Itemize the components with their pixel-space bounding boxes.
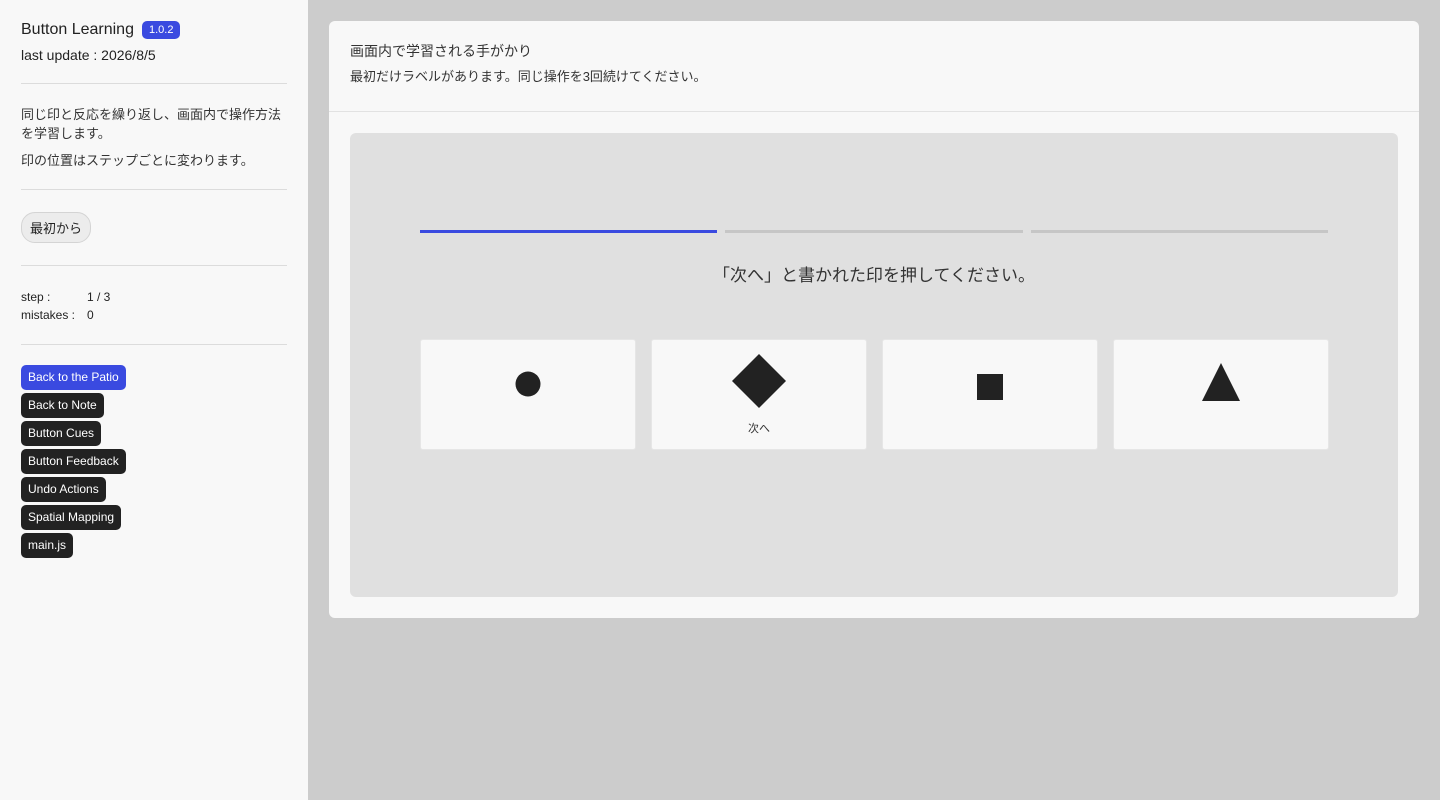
square-icon	[977, 374, 1003, 405]
main-area: 画面内で学習される手がかり 最初だけラベルがあります。同じ操作を3回続けてくださ…	[308, 0, 1440, 800]
link-undo-actions[interactable]: Undo Actions	[21, 477, 106, 502]
card-subtitle: 最初だけラベルがあります。同じ操作を3回続けてください。	[350, 69, 707, 84]
step-label: step :	[21, 290, 51, 304]
option-button-square[interactable]	[882, 339, 1098, 450]
card-header: 画面内で学習される手がかり 最初だけラベルがあります。同じ操作を3回続けてくださ…	[329, 21, 1419, 112]
progress-segment	[420, 230, 718, 233]
circle-icon	[515, 371, 541, 402]
stat-step: step : 1 / 3	[21, 288, 287, 306]
app-title: Button Learning	[21, 21, 134, 38]
task-stage: 「次へ」と書かれた印を押してください。 次へ	[350, 133, 1398, 597]
link-main-js[interactable]: main.js	[21, 533, 74, 558]
progress-segment	[725, 230, 1023, 233]
mistakes-label: mistakes :	[21, 308, 76, 322]
link-button-feedback[interactable]: Button Feedback	[21, 449, 126, 474]
version-badge: 1.0.2	[141, 21, 181, 39]
triangle-icon	[1201, 363, 1241, 406]
sidebar: Button Learning 1.0.2 last update : 2026…	[0, 0, 308, 800]
option-label: 次へ	[748, 423, 770, 435]
diamond-icon	[731, 353, 787, 414]
description-line: 同じ印と反応を繰り返し、画面内で操作方法を学習します。	[21, 107, 282, 141]
step-value: 1 / 3	[87, 290, 111, 304]
lesson-card: 画面内で学習される手がかり 最初だけラベルがあります。同じ操作を3回続けてくださ…	[329, 21, 1419, 618]
link-list: Back to the Patio Back to Note Button Cu…	[21, 345, 287, 558]
description: 同じ印と反応を繰り返し、画面内で操作方法を学習します。 印の位置はステップごとに…	[21, 84, 287, 189]
option-button-diamond[interactable]: 次へ	[651, 339, 867, 450]
last-update: last update : 2026/8/5	[21, 47, 156, 63]
option-button-triangle[interactable]	[1113, 339, 1329, 450]
title-row: Button Learning 1.0.2	[21, 20, 287, 40]
reset-button[interactable]: 最初から	[21, 212, 92, 243]
progress-bar	[420, 230, 1328, 233]
reset-wrap: 最初から	[21, 190, 287, 265]
link-spatial-mapping[interactable]: Spatial Mapping	[21, 505, 122, 530]
instruction: 「次へ」と書かれた印を押してください。	[713, 266, 1035, 285]
option-button-circle[interactable]	[420, 339, 636, 450]
mistakes-value: 0	[87, 308, 94, 322]
progress-segment	[1030, 230, 1328, 233]
card-title: 画面内で学習される手がかり	[350, 43, 532, 59]
link-button-cues[interactable]: Button Cues	[21, 421, 102, 446]
link-back-to-patio[interactable]: Back to the Patio	[21, 365, 126, 390]
stat-mistakes: mistakes : 0	[21, 306, 287, 324]
stats: step : 1 / 3 mistakes : 0	[21, 266, 287, 344]
option-list: 次へ	[420, 339, 1329, 450]
link-back-to-note[interactable]: Back to Note	[21, 393, 104, 418]
description-line: 印の位置はステップごとに変わります。	[21, 153, 254, 168]
